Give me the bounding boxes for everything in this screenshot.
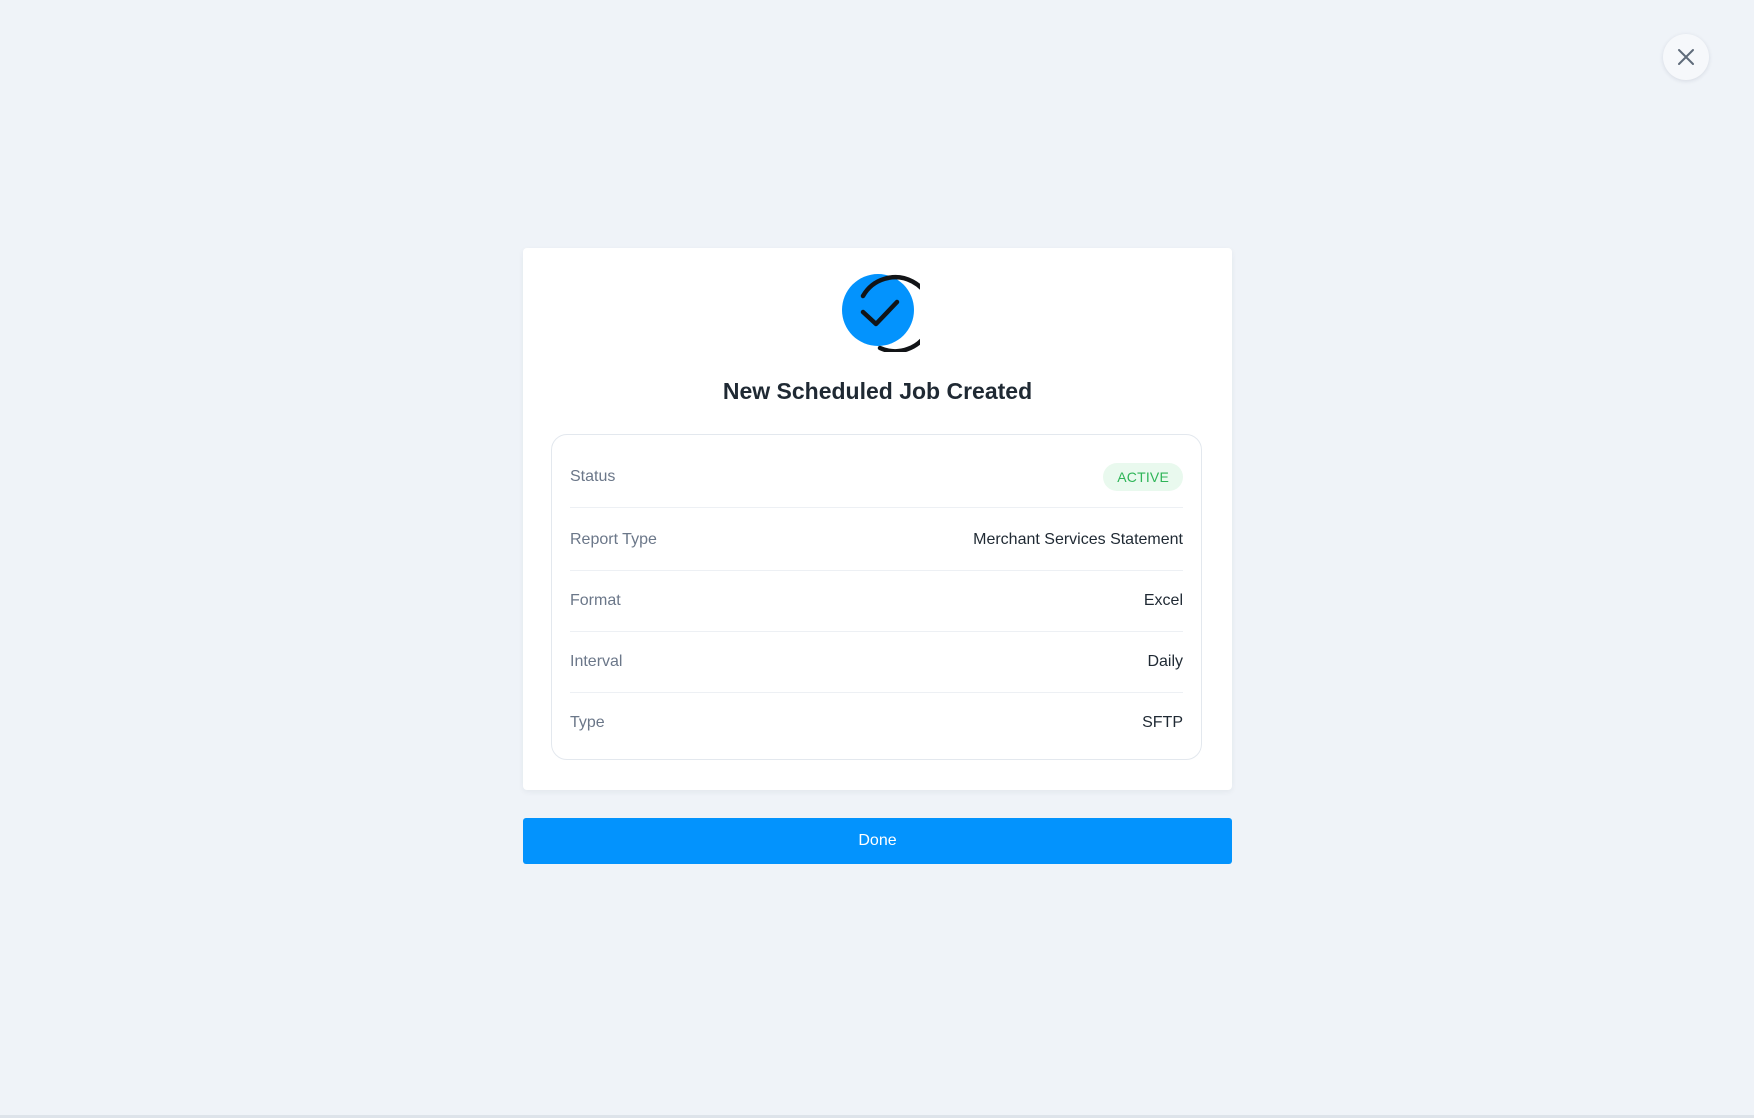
detail-label-type: Type [570,714,605,731]
check-circle-icon [842,274,920,352]
detail-row-status: Status ACTIVE [570,447,1183,508]
close-button[interactable] [1663,34,1709,80]
job-details-list: Status ACTIVE Report Type Merchant Servi… [551,434,1202,760]
detail-label-interval: Interval [570,653,623,670]
detail-label-format: Format [570,592,621,609]
detail-value-format: Excel [1143,592,1183,609]
detail-row-format: Format Excel [570,571,1183,632]
modal-title: New Scheduled Job Created [722,378,1033,404]
status-badge: ACTIVE [1103,463,1183,491]
detail-label-report-type: Report Type [570,531,657,548]
detail-row-interval: Interval Daily [570,632,1183,693]
close-icon [1678,49,1694,65]
detail-label-status: Status [570,468,616,485]
page-root: { "header": { "close_icon": "close-icon"… [0,0,1754,1118]
detail-value-report-type: Merchant Services Statement [973,531,1183,548]
detail-row-report-type: Report Type Merchant Services Statement [570,510,1183,571]
detail-value-type: SFTP [1142,714,1183,731]
done-button[interactable]: Done [523,818,1232,864]
job-created-modal: New Scheduled Job Created Status ACTIVE … [523,248,1232,790]
detail-value-interval: Daily [1147,653,1183,670]
detail-row-type: Type SFTP [570,693,1183,753]
